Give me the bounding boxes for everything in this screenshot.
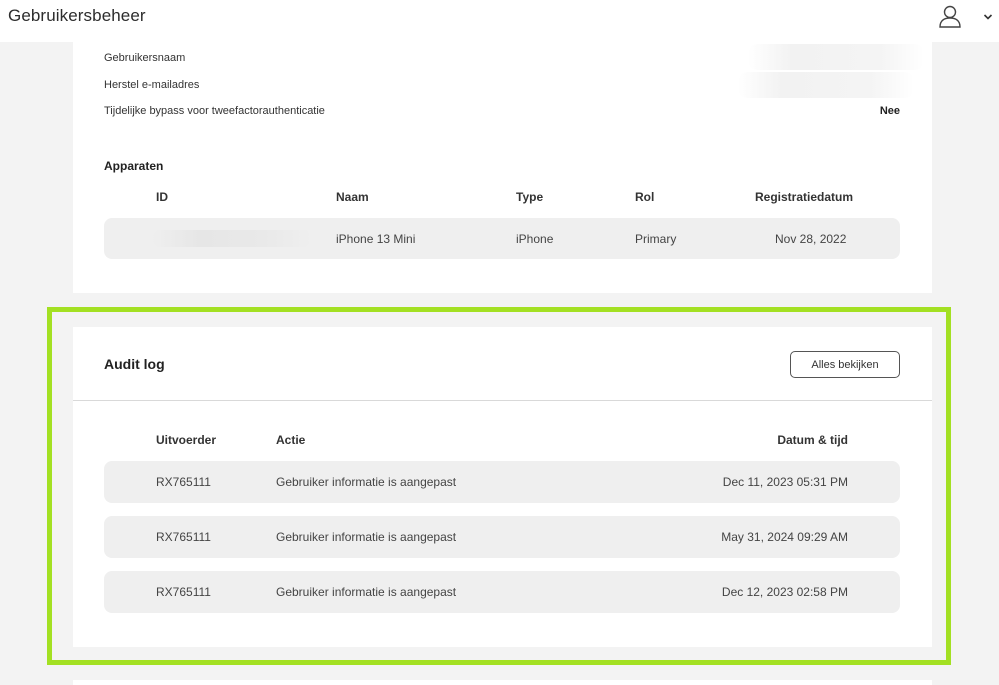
username-value-redacted xyxy=(748,44,924,70)
2fa-bypass-label: Tijdelijke bypass voor tweefactorauthent… xyxy=(104,105,325,117)
devices-col-id: ID xyxy=(156,190,168,204)
device-registered: Nov 28, 2022 xyxy=(775,232,847,246)
audit-log-card: Audit log Alles bekijken Uitvoerder Acti… xyxy=(73,327,932,647)
audit-actor: RX765111 xyxy=(156,530,211,544)
device-id-redacted xyxy=(152,230,312,247)
audit-actor: RX765111 xyxy=(156,475,211,489)
audit-action: Gebruiker informatie is aangepast xyxy=(276,530,457,544)
audit-datetime: May 31, 2024 09:29 AM xyxy=(721,530,848,544)
top-bar: Gebruikersbeheer xyxy=(0,0,999,42)
user-details-card: Gebruikersnaam Herstel e-mailadres Tijde… xyxy=(73,42,932,293)
device-type: iPhone xyxy=(516,232,554,246)
next-card-edge xyxy=(73,680,932,685)
devices-col-name: Naam xyxy=(336,190,369,204)
audit-col-actor: Uitvoerder xyxy=(156,433,217,447)
audit-col-datetime: Datum & tijd xyxy=(777,433,848,447)
audit-col-action: Actie xyxy=(276,433,306,447)
chevron-down-icon xyxy=(983,14,993,20)
audit-row[interactable]: RX765111 Gebruiker informatie is aangepa… xyxy=(104,571,900,613)
audit-action: Gebruiker informatie is aangepast xyxy=(276,475,457,489)
audit-action: Gebruiker informatie is aangepast xyxy=(276,585,457,599)
audit-row[interactable]: RX765111 Gebruiker informatie is aangepa… xyxy=(104,516,900,558)
device-name: iPhone 13 Mini xyxy=(336,232,416,246)
user-icon xyxy=(939,5,961,28)
recovery-email-value-redacted xyxy=(738,72,914,98)
audit-log-title: Audit log xyxy=(104,356,165,372)
user-menu-button[interactable] xyxy=(937,3,997,33)
audit-datetime: Dec 11, 2023 05:31 PM xyxy=(722,475,848,489)
device-row[interactable]: iPhone 13 Mini iPhone Primary Nov 28, 20… xyxy=(104,218,900,259)
device-role: Primary xyxy=(635,232,677,246)
2fa-bypass-value: Nee xyxy=(879,105,900,117)
view-all-button[interactable]: Alles bekijken xyxy=(790,351,900,378)
recovery-email-label: Herstel e-mailadres xyxy=(104,79,200,91)
audit-actor: RX765111 xyxy=(156,585,211,599)
devices-col-role: Rol xyxy=(635,190,655,204)
page-title: Gebruikersbeheer xyxy=(8,6,146,25)
audit-row[interactable]: RX765111 Gebruiker informatie is aangepa… xyxy=(104,461,900,503)
divider xyxy=(73,400,932,401)
devices-col-type: Type xyxy=(516,190,544,204)
username-label: Gebruikersnaam xyxy=(104,52,186,64)
devices-col-registered: Registratiedatum xyxy=(755,190,854,204)
devices-title: Apparaten xyxy=(104,159,164,173)
audit-datetime: Dec 12, 2023 02:58 PM xyxy=(721,585,848,599)
